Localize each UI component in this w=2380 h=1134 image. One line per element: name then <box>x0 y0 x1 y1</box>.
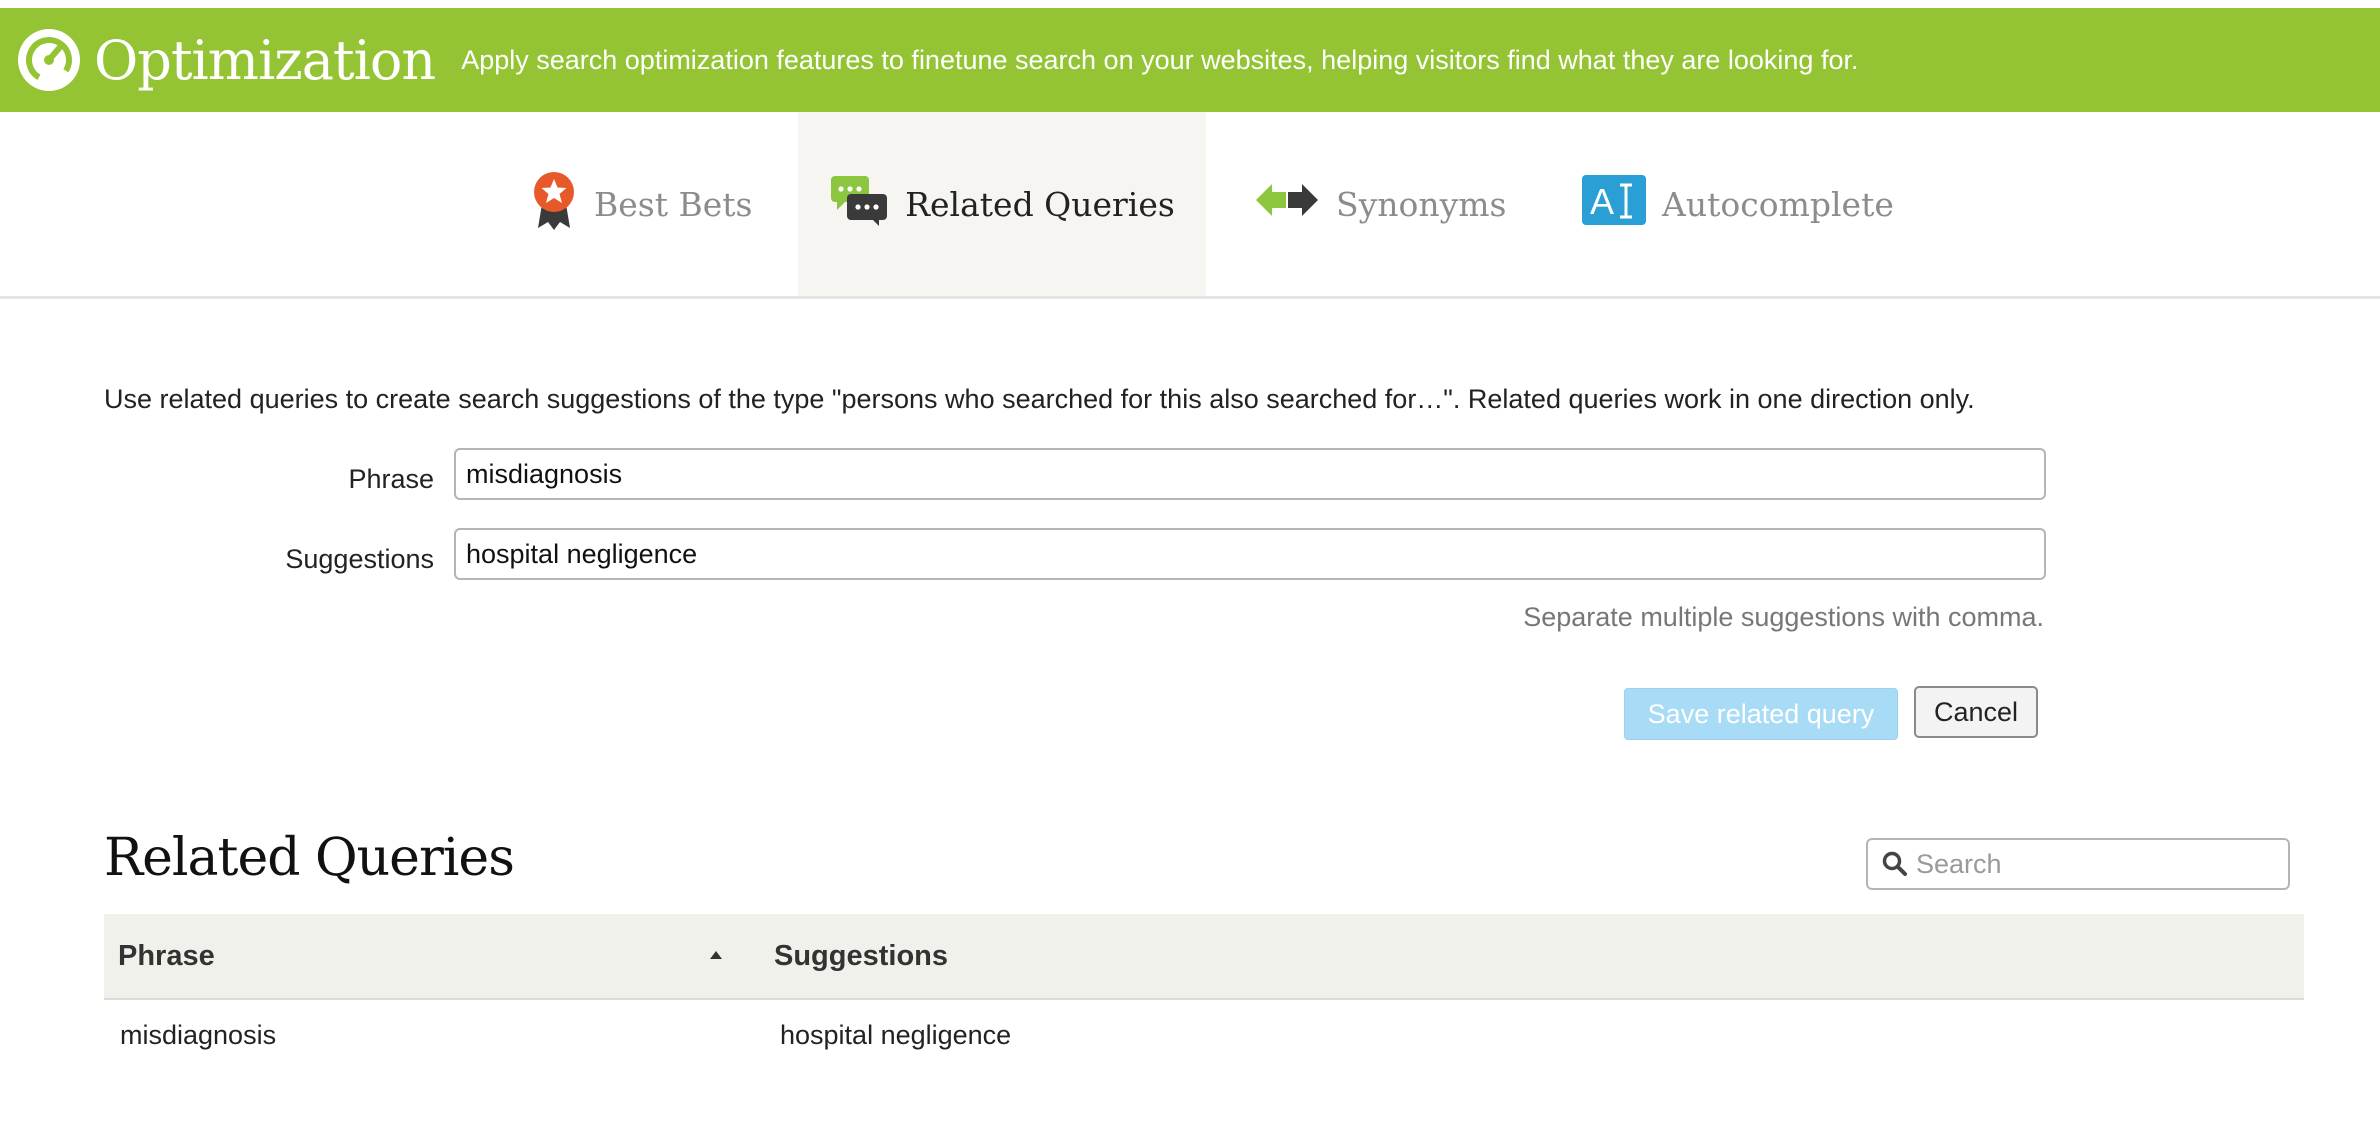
svg-text:A: A <box>1590 181 1614 222</box>
award-ribbon-icon <box>530 168 578 240</box>
table-header: Phrase Suggestions <box>104 914 2304 1000</box>
tab-autocomplete-label: Autocomplete <box>1662 184 1894 224</box>
table-row[interactable]: misdiagnosis hospital negligence <box>104 1000 2304 1070</box>
search-box[interactable] <box>1866 838 2290 890</box>
tab-synonyms[interactable]: Synonyms <box>1254 112 1507 296</box>
save-related-query-button[interactable]: Save related query <box>1624 688 1898 740</box>
phrase-input[interactable] <box>454 448 2046 500</box>
cancel-button[interactable]: Cancel <box>1914 686 2038 738</box>
suggestions-label: Suggestions <box>285 544 434 574</box>
intro-text: Use related queries to create search sug… <box>104 384 1975 414</box>
tab-related-queries[interactable]: Related Queries <box>798 112 1206 296</box>
page-description: Apply search optimization features to fi… <box>461 44 1859 75</box>
phrase-label: Phrase <box>348 464 434 494</box>
tab-best-bets-label: Best Bets <box>594 184 753 224</box>
column-header-phrase[interactable]: Phrase <box>118 914 215 998</box>
search-icon <box>1882 851 1908 877</box>
header-bar: Optimization Apply search optimization f… <box>0 8 2380 112</box>
cell-phrase: misdiagnosis <box>120 1019 277 1050</box>
search-input[interactable] <box>1914 847 2278 881</box>
double-arrow-icon <box>1254 180 1320 228</box>
chat-bubbles-icon <box>829 174 889 234</box>
suggestions-hint: Separate multiple suggestions with comma… <box>1523 602 2044 632</box>
tab-autocomplete[interactable]: A Autocomplete <box>1582 112 1894 296</box>
section-title: Related Queries <box>104 828 515 888</box>
text-cursor-icon: A <box>1582 175 1646 233</box>
gauge-icon <box>18 29 80 91</box>
sort-ascending-icon[interactable] <box>708 948 724 966</box>
suggestions-input[interactable] <box>454 528 2046 580</box>
tab-related-queries-label: Related Queries <box>905 184 1175 224</box>
cell-suggestions: hospital negligence <box>780 1019 1012 1050</box>
related-queries-table: Phrase Suggestions misdiagnosis hospital… <box>104 914 2304 1070</box>
column-header-suggestions[interactable]: Suggestions <box>774 914 948 998</box>
tab-best-bets[interactable]: Best Bets <box>530 112 760 296</box>
tab-synonyms-label: Synonyms <box>1336 184 1507 224</box>
feature-tabs: Best Bets Related Queries Synonyms A Aut… <box>0 112 2380 299</box>
page-title: Optimization <box>94 28 436 92</box>
